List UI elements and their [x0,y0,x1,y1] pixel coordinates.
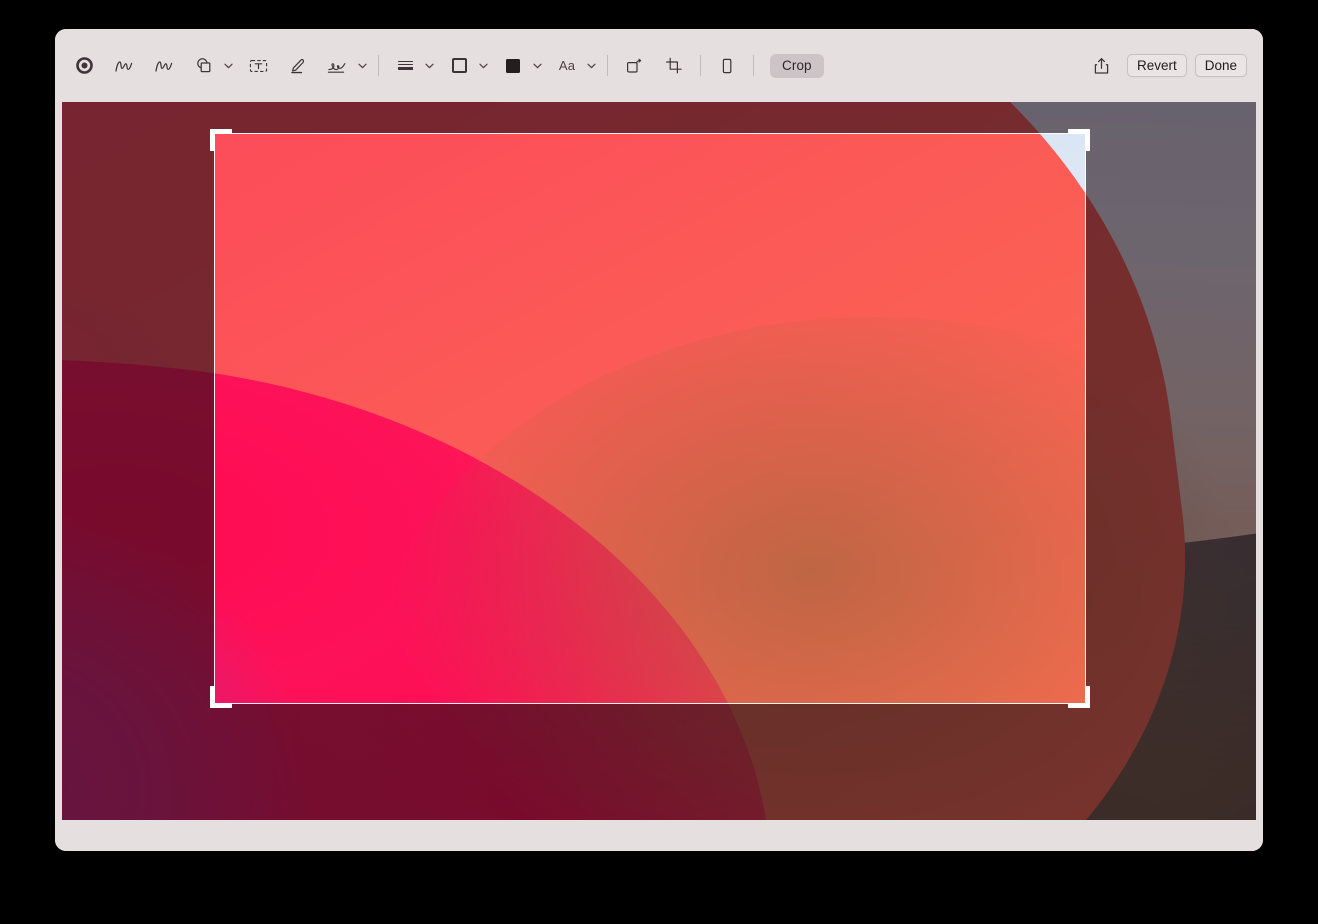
draw-button[interactable] [147,53,181,79]
border-color-icon-wrap[interactable] [442,53,476,79]
window-footer [55,820,1263,851]
markup-window: Aa [55,29,1263,851]
crop-handle-bottom-left[interactable] [210,686,232,708]
crop-handle-top-left[interactable] [210,129,232,151]
toolbar-divider-4 [753,55,754,76]
image-canvas[interactable] [62,102,1256,820]
sign-button[interactable] [321,53,369,79]
instant-alpha-button[interactable] [67,53,101,79]
stroke-weight-icon [398,61,413,70]
draw-icon [154,57,174,75]
text-style-button[interactable]: Aa [550,53,598,79]
sketch-icon [114,57,134,75]
shapes-icon-wrap[interactable] [187,53,221,79]
sketch-button[interactable] [107,53,141,79]
toolbar-right-group: Revert Done [1085,53,1251,79]
fill-color-chevron-down-icon[interactable] [530,53,544,79]
highlighter-pen-icon [289,57,307,75]
rotate-icon [625,57,643,75]
shape-style-icon-wrap[interactable] [388,53,422,79]
done-button[interactable]: Done [1195,54,1247,77]
revert-button[interactable]: Revert [1127,54,1187,77]
toolbar-divider-3 [700,55,701,76]
shapes-icon [195,57,213,75]
highlight-button[interactable] [281,53,315,79]
text-style-chevron-down-icon[interactable] [584,53,598,79]
toolbar-divider-2 [607,55,608,76]
text-box-icon [249,58,268,74]
toolbar-divider-1 [378,55,379,76]
adjust-size-button[interactable] [710,53,744,79]
sign-chevron-down-icon[interactable] [355,53,369,79]
outlined-square-icon [452,58,467,73]
border-color-chevron-down-icon[interactable] [476,53,490,79]
shapes-button[interactable] [187,53,235,79]
text-style-icon-wrap[interactable]: Aa [550,53,584,79]
fill-color-icon-wrap[interactable] [496,53,530,79]
crop-tool-button[interactable] [657,53,691,79]
toolbar-left-group: Aa [67,53,1085,79]
text-button[interactable] [241,53,275,79]
shape-style-button[interactable] [388,53,436,79]
shape-style-chevron-down-icon[interactable] [422,53,436,79]
filled-square-icon [506,59,520,73]
markup-toolbar: Aa [55,29,1263,102]
shapes-chevron-down-icon[interactable] [221,53,235,79]
rectangle-page-icon [719,57,735,75]
rotate-button[interactable] [617,53,651,79]
border-color-button[interactable] [442,53,490,79]
signature-icon [327,57,349,75]
filled-circle-icon [76,57,93,74]
share-icon [1093,57,1110,75]
crop-handle-bottom-right[interactable] [1068,686,1090,708]
crop-handle-top-right[interactable] [1068,129,1090,151]
fill-color-button[interactable] [496,53,544,79]
crop-marks-icon [665,57,683,75]
sign-icon-wrap[interactable] [321,53,355,79]
aa-text-icon: Aa [559,58,575,73]
crop-button[interactable]: Crop [770,54,824,78]
share-button[interactable] [1085,53,1119,79]
